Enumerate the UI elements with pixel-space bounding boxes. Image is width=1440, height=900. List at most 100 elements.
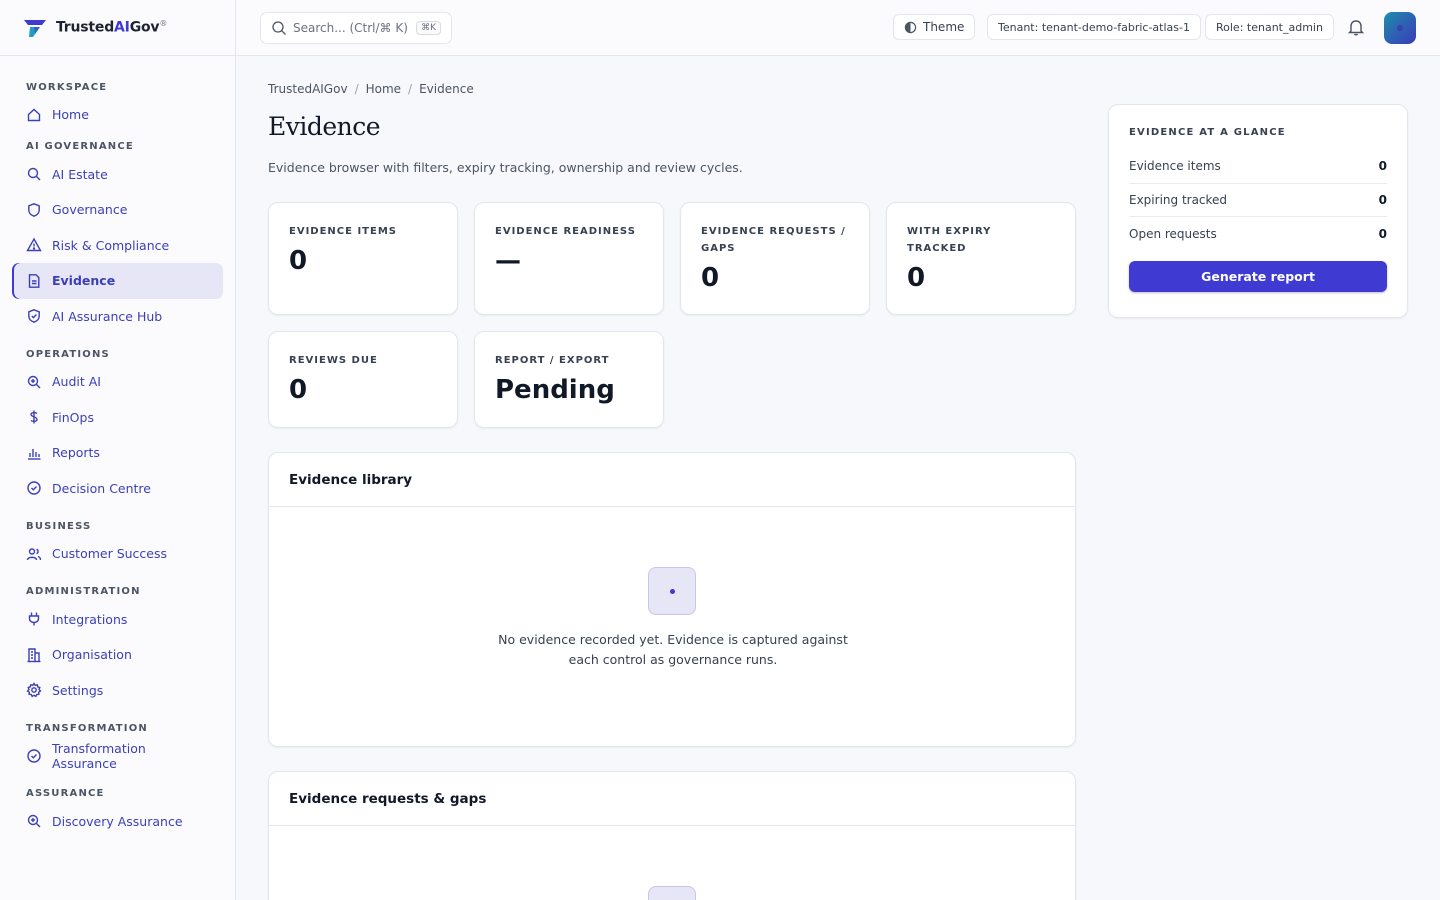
topbar: Search... (Ctrl/⌘ K) ⌘K Theme Tenant: te… xyxy=(236,0,1440,56)
breadcrumb-separator: / xyxy=(354,82,359,96)
sidebar-item-reports[interactable]: Reports xyxy=(12,435,223,471)
sidebar-item-label: AI Assurance Hub xyxy=(52,308,163,324)
bar-chart-icon xyxy=(28,448,41,460)
search-icon xyxy=(272,21,286,35)
sidebar-item-ai-assurance-hub[interactable]: AI Assurance Hub xyxy=(12,299,223,335)
sidebar-item-settings[interactable]: Settings xyxy=(12,673,223,709)
sidebar-item-label: Home xyxy=(52,107,89,123)
glance-title: EVIDENCE AT A GLANCE xyxy=(1129,127,1286,138)
glance-row: Evidence items 0 xyxy=(1129,150,1387,184)
check-circle-icon xyxy=(27,481,41,495)
sidebar-item-label: Governance xyxy=(52,202,128,218)
dollar-icon xyxy=(30,410,38,424)
sidebar-item-integrations[interactable]: Integrations xyxy=(12,602,223,638)
gear-icon xyxy=(26,682,42,698)
stat-card-evidence-readiness: EVIDENCE READINESS — xyxy=(474,202,664,315)
shield-icon xyxy=(28,202,40,217)
glance-row-value: 0 xyxy=(1378,226,1387,241)
warning-icon xyxy=(26,237,42,252)
sidebar-item-evidence[interactable]: Evidence xyxy=(12,263,223,299)
nav-heading: TRANSFORMATION xyxy=(26,722,148,734)
sidebar-item-governance[interactable]: Governance xyxy=(12,192,223,228)
nav-heading: BUSINESS xyxy=(26,520,92,532)
breadcrumb-item[interactable]: TrustedAIGov xyxy=(268,82,348,96)
sidebar-item-decision-centre[interactable]: Decision Centre xyxy=(12,471,223,507)
nav-group-assurance: ASSURANCE Discovery Assurance xyxy=(0,784,235,840)
evidence-at-a-glance-panel: EVIDENCE AT A GLANCE Evidence items 0 Ex… xyxy=(1108,104,1408,318)
nav-group-transformation: TRANSFORMATION Transformation Assurance xyxy=(0,718,235,774)
brand-logo-icon xyxy=(22,17,48,39)
sidebar-item-home[interactable]: Home xyxy=(12,97,223,133)
tenant-selector[interactable]: Tenant: tenant-demo-fabric-atlas-1 xyxy=(987,14,1201,40)
sidebar-item-label: Settings xyxy=(52,682,104,698)
sidebar-item-label: FinOps xyxy=(52,409,94,425)
stat-card-with-expiry-tracked: WITH EXPIRY TRACKED 0 xyxy=(886,202,1076,315)
half-circle-icon xyxy=(904,21,917,33)
search-input[interactable]: Search... (Ctrl/⌘ K) ⌘K xyxy=(260,12,452,44)
sidebar-item-organisation[interactable]: Organisation xyxy=(12,637,223,673)
sidebar-item-label: Transformation Assurance xyxy=(52,740,146,771)
building-icon xyxy=(27,648,41,662)
nav-group-business: BUSINESS Customer Success xyxy=(0,516,235,572)
sidebar-item-risk-compliance[interactable]: Risk & Compliance xyxy=(12,228,223,264)
zoom-icon xyxy=(27,375,41,389)
sidebar-item-customer-success[interactable]: Customer Success xyxy=(12,536,223,572)
stat-label: WITH EXPIRY TRACKED xyxy=(907,226,992,254)
nav-group-workspace: WORKSPACE Home xyxy=(0,77,235,133)
nav-group-operations: OPERATIONS Audit AI FinOps Reports Decis… xyxy=(0,344,235,506)
glance-row-label: Evidence items xyxy=(1129,159,1221,174)
generate-report-button[interactable]: Generate report xyxy=(1129,260,1387,292)
stat-value: Pending xyxy=(495,375,615,405)
stat-value: — xyxy=(495,246,521,276)
plug-icon xyxy=(28,612,40,626)
sidebar-item-label: Decision Centre xyxy=(52,480,151,496)
users-icon xyxy=(26,548,42,560)
home-icon xyxy=(27,108,41,121)
glance-row-label: Open requests xyxy=(1129,226,1217,241)
avatar-dot xyxy=(1397,25,1403,31)
shield-check-icon xyxy=(28,309,40,324)
stat-card-evidence-requests-gaps: EVIDENCE REQUESTS / GAPS 0 xyxy=(680,202,870,315)
search-placeholder: Search... (Ctrl/⌘ K) xyxy=(293,21,408,35)
breadcrumb: TrustedAIGov / Home / Evidence xyxy=(268,82,474,96)
sidebar-item-audit-ai[interactable]: Audit AI xyxy=(12,364,223,400)
avatar[interactable] xyxy=(1384,12,1416,44)
glance-row-label: Expiring tracked xyxy=(1129,192,1228,207)
bell-icon[interactable] xyxy=(1346,17,1366,37)
nav-heading: ASSURANCE xyxy=(26,788,105,799)
stat-value: 0 xyxy=(907,263,926,293)
glance-row-value: 0 xyxy=(1378,159,1387,174)
breadcrumb-item[interactable]: Home xyxy=(366,82,401,96)
brand[interactable]: TrustedAIGov® xyxy=(0,0,235,56)
role-selector[interactable]: Role: tenant_admin xyxy=(1205,14,1334,40)
sidebar-item-transformation-assurance[interactable]: Transformation Assurance xyxy=(12,738,223,774)
theme-toggle-button[interactable]: Theme xyxy=(893,14,976,40)
stat-card-report-export: REPORT / EXPORT Pending xyxy=(474,331,664,428)
sidebar-item-ai-estate[interactable]: AI Estate xyxy=(12,157,223,193)
nav-heading: OPERATIONS xyxy=(26,348,110,360)
stat-card-reviews-due: REVIEWS DUE 0 xyxy=(268,331,458,428)
sidebar-item-discovery-assurance[interactable]: Discovery Assurance xyxy=(12,804,223,840)
sidebar-item-label: Evidence xyxy=(52,273,116,289)
sidebar-item-label: Reports xyxy=(52,445,100,461)
stat-value: 0 xyxy=(701,263,720,293)
sidebar-item-finops[interactable]: FinOps xyxy=(12,400,223,436)
sidebar-item-label: Risk & Compliance xyxy=(52,237,170,253)
sidebar-item-label: Discovery Assurance xyxy=(52,813,183,829)
check-circle-icon xyxy=(27,749,41,763)
nav-heading: ADMINISTRATION xyxy=(26,586,141,597)
stat-value: 0 xyxy=(289,246,308,276)
theme-label: Theme xyxy=(923,20,965,34)
stat-value: 0 xyxy=(289,375,308,405)
glance-row: Expiring tracked 0 xyxy=(1129,184,1387,217)
panel-title: Evidence library xyxy=(269,453,1075,507)
sidebar-item-label: Organisation xyxy=(52,647,132,663)
sidebar-item-label: AI Estate xyxy=(52,166,108,182)
nav-group-administration: ADMINISTRATION Integrations Organisation… xyxy=(0,582,235,709)
evidence-requests-panel: Evidence requests & gaps xyxy=(268,771,1076,900)
stat-label: EVIDENCE READINESS xyxy=(495,226,636,237)
glance-row-value: 0 xyxy=(1378,192,1387,207)
stat-label: REVIEWS DUE xyxy=(289,355,378,366)
nav-heading: WORKSPACE xyxy=(26,81,108,93)
breadcrumb-separator: / xyxy=(408,82,413,96)
